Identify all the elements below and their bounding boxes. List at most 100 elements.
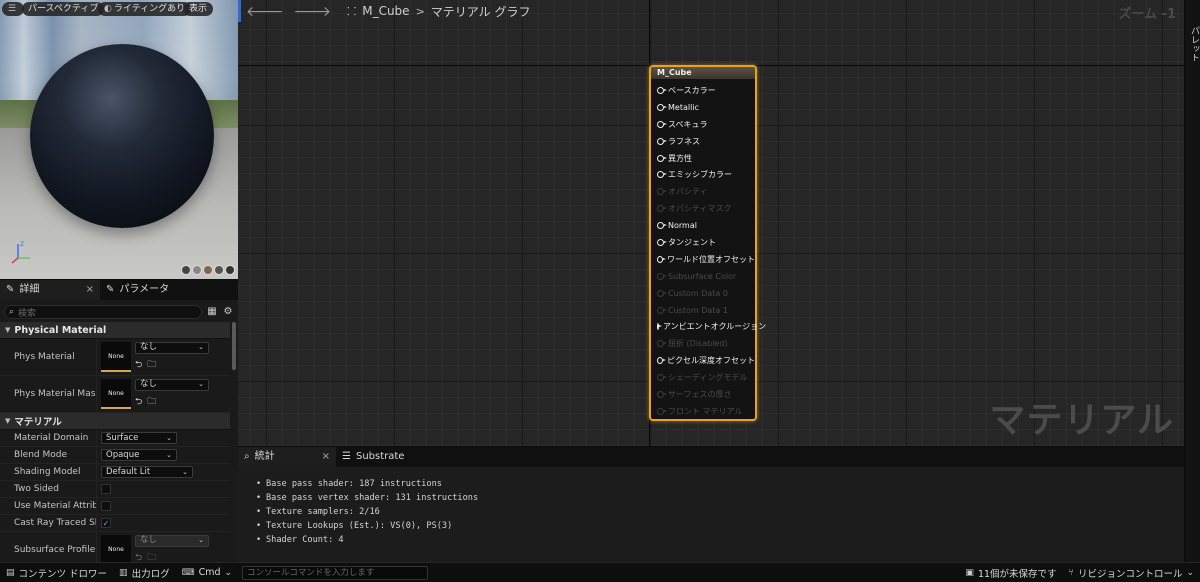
chevron-down-icon: ⌄ — [198, 536, 204, 544]
section-physical-material[interactable]: ▼ Physical Material — [0, 322, 230, 339]
lighting-mode-button[interactable]: ◐ ライティングあり — [98, 2, 192, 16]
breadcrumb-asset[interactable]: M_Cube — [362, 4, 409, 18]
pin-connector-icon[interactable] — [657, 306, 667, 314]
perspective-button[interactable]: パースペクティブ — [22, 2, 105, 16]
pin-connector-icon[interactable] — [657, 340, 667, 348]
material-domain-combo[interactable]: Surface ⌄ — [101, 432, 177, 444]
close-tab-icon[interactable]: × — [86, 280, 94, 300]
cylinder-icon[interactable] — [181, 265, 191, 275]
pin-connector-icon[interactable] — [657, 188, 667, 196]
use-selected-icon[interactable]: ⮌ — [135, 357, 142, 373]
prop-label: Use Material Attributes — [14, 501, 96, 511]
phys-material-combo[interactable]: なし ⌄ — [135, 341, 209, 354]
forward-arrow-icon[interactable]: 🡒 — [294, 3, 332, 20]
subsurface-profile-combo[interactable]: なし ⌄ — [135, 534, 209, 547]
output-log-button[interactable]: ▥ 出力ログ — [113, 563, 176, 582]
console-command-input[interactable]: コンソールコマンドを入力します — [242, 565, 429, 580]
two-sided-checkbox[interactable] — [101, 484, 111, 494]
sphere-icon[interactable] — [192, 265, 202, 275]
node-input-pin[interactable]: エミッシブカラー — [651, 166, 755, 183]
node-input-pin[interactable]: アンビエントオクルージョン — [651, 318, 766, 335]
pin-connector-icon[interactable] — [657, 205, 667, 213]
tab-stats[interactable]: ⌕ 統計 × — [238, 447, 336, 467]
node-input-pin[interactable]: 異方性 — [651, 150, 755, 167]
node-input-pin[interactable]: Normal — [651, 217, 755, 234]
node-input-pin[interactable]: ピクセル深度オフセット — [651, 352, 755, 369]
cmd-dropdown[interactable]: ⌨ Cmd ⌄ — [176, 563, 238, 582]
plane-icon[interactable] — [203, 265, 213, 275]
breadcrumb-page[interactable]: マテリアル グラフ — [431, 3, 531, 20]
lighting-label: ライティングあり — [113, 4, 186, 14]
tab-substrate[interactable]: ☰ Substrate — [336, 447, 410, 467]
browse-folder-icon[interactable]: 🗀 — [147, 357, 156, 373]
stats-line: Texture samplers: 2/16 — [256, 505, 1184, 519]
node-input-pin[interactable]: 屈折 (Disabled) — [651, 335, 755, 352]
details-search-input[interactable]: ⌕ 検索 — [4, 305, 202, 319]
node-input-pin[interactable]: スペキュラ — [651, 116, 755, 133]
node-input-pin[interactable]: タンジェント — [651, 234, 755, 251]
phys-material-mask-combo[interactable]: なし ⌄ — [135, 378, 209, 391]
stats-panel: ⌕ 統計 × ☰ Substrate Base pass shader: 187… — [238, 446, 1184, 562]
use-material-attributes-checkbox[interactable] — [101, 501, 111, 511]
blend-mode-combo[interactable]: Opaque ⌄ — [101, 449, 177, 461]
pin-connector-icon[interactable] — [657, 238, 667, 246]
content-drawer-button[interactable]: ▤ コンテンツ ドロワー — [0, 563, 113, 582]
pin-connector-icon[interactable] — [657, 137, 667, 145]
section-material[interactable]: ▼ マテリアル — [0, 413, 230, 430]
pin-connector-icon[interactable] — [657, 323, 662, 331]
node-input-pin[interactable]: Custom Data 1 — [651, 302, 755, 319]
node-input-pin[interactable]: ラフネス — [651, 133, 755, 150]
material-preview-viewport[interactable]: ☰ パースペクティブ ◐ ライティングあり 表示 Z — [0, 0, 238, 279]
details-panel: ✎ 詳細 × ✎ パラメータ ⌕ 検索 ▦ ⚙ ▼ Physical Mater… — [0, 279, 238, 569]
pin-connector-icon[interactable] — [657, 154, 667, 162]
tab-details[interactable]: ✎ 詳細 × — [0, 280, 100, 300]
pin-connector-icon[interactable] — [657, 171, 667, 179]
node-input-pin[interactable]: ワールド位置オフセット — [651, 251, 755, 268]
section-material-label: マテリアル — [14, 417, 62, 428]
node-input-pin[interactable]: Custom Data 0 — [651, 285, 755, 302]
pin-connector-icon[interactable] — [657, 255, 666, 263]
material-graph-canvas[interactable]: 🡐 🡒 ⸬ M_Cube > マテリアル グラフ ズーム -1 マテリアル M_… — [238, 0, 1184, 446]
pin-connector-icon[interactable] — [657, 103, 667, 111]
tab-parameters[interactable]: ✎ パラメータ — [100, 280, 175, 300]
node-input-pin[interactable]: ベースカラー — [651, 82, 755, 99]
node-input-pin[interactable]: オパシティ — [651, 183, 755, 200]
revision-control-button[interactable]: ⑂ リビジョンコントロール ⌄ — [1063, 563, 1200, 582]
mesh-icon[interactable] — [225, 265, 235, 275]
asset-thumbnail[interactable]: None — [101, 535, 131, 565]
use-selected-icon[interactable]: ⮌ — [135, 394, 142, 410]
unsaved-assets-button[interactable]: ▣ 11個が未保存です — [959, 563, 1062, 582]
pin-connector-icon[interactable] — [657, 407, 667, 415]
pin-connector-icon[interactable] — [657, 272, 667, 280]
material-result-node[interactable]: M_Cube ベースカラー Metallic スペキュラ ラフネス 異方性 エミッシブカラ… — [649, 65, 766, 421]
viewport-menu-button[interactable]: ☰ — [2, 2, 25, 16]
details-scrollbar[interactable] — [232, 322, 236, 370]
node-input-pin[interactable]: Subsurface Color — [651, 268, 755, 285]
node-input-pin[interactable]: オパシティマスク — [651, 200, 755, 217]
node-input-pin[interactable]: Metallic — [651, 99, 755, 116]
pin-connector-icon[interactable] — [657, 374, 667, 382]
collapse-triangle-icon: ▼ — [5, 417, 11, 425]
node-input-pin[interactable]: フロント マテリアル — [651, 403, 755, 420]
pin-connector-icon[interactable] — [657, 289, 667, 297]
node-input-pin[interactable]: シェーディングモデル — [651, 369, 755, 386]
show-button[interactable]: 表示 — [183, 2, 214, 16]
browse-folder-icon[interactable]: 🗀 — [147, 394, 156, 410]
pin-connector-icon[interactable] — [657, 222, 667, 230]
close-tab-icon[interactable]: × — [322, 447, 330, 467]
prop-label: Cast Ray Traced Shad.. — [14, 518, 96, 528]
settings-gear-icon[interactable]: ⚙ — [222, 306, 234, 318]
cast-ray-traced-checkbox[interactable]: ✓ — [101, 518, 111, 528]
shading-model-combo[interactable]: Default Lit ⌄ — [101, 466, 193, 478]
pin-connector-icon[interactable] — [657, 390, 667, 398]
asset-thumbnail[interactable]: None — [101, 342, 131, 372]
pin-connector-icon[interactable] — [657, 357, 666, 365]
pin-connector-icon[interactable] — [657, 86, 667, 94]
back-arrow-icon[interactable]: 🡐 — [246, 3, 284, 20]
palette-side-tab[interactable]: パレット — [1184, 0, 1200, 562]
asset-thumbnail[interactable]: None — [101, 379, 131, 409]
node-input-pin[interactable]: サーフェスの厚さ — [651, 386, 755, 403]
table-view-icon[interactable]: ▦ — [206, 306, 218, 318]
cube-icon[interactable] — [214, 265, 224, 275]
pin-connector-icon[interactable] — [657, 120, 667, 128]
